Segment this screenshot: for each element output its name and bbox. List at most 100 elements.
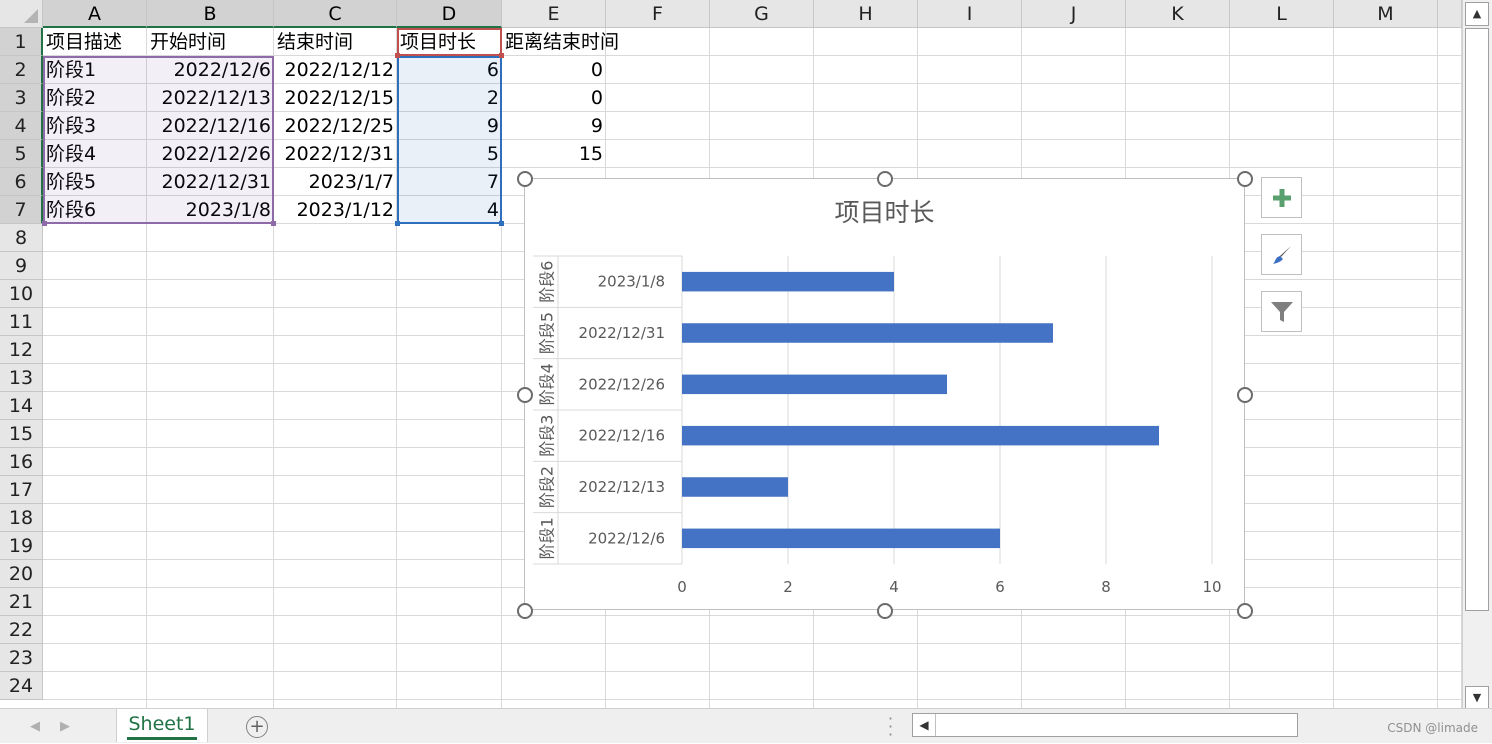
row-header-10[interactable]: 10 xyxy=(0,280,43,308)
resize-handle-left[interactable] xyxy=(517,387,533,403)
range-handle[interactable] xyxy=(395,53,400,58)
column-header-i[interactable]: I xyxy=(918,0,1022,28)
table-cell[interactable]: 2022/12/13 xyxy=(147,84,274,112)
row-header-12[interactable]: 12 xyxy=(0,336,43,364)
resize-handle-bottom-right[interactable] xyxy=(1237,603,1253,619)
row-header-16[interactable]: 16 xyxy=(0,448,43,476)
resize-handle-top-left[interactable] xyxy=(517,171,533,187)
table-cell[interactable]: 0 xyxy=(502,56,606,84)
row-header-23[interactable]: 23 xyxy=(0,644,43,672)
column-header-k[interactable]: K xyxy=(1126,0,1230,28)
column-header-h[interactable]: H xyxy=(814,0,918,28)
row-header-19[interactable]: 19 xyxy=(0,532,43,560)
header-cell[interactable]: 项目描述 xyxy=(43,28,147,56)
add-sheet-icon[interactable]: + xyxy=(246,716,268,738)
header-cell[interactable]: 开始时间 xyxy=(147,28,274,56)
table-cell[interactable]: 9 xyxy=(397,112,502,140)
row-header-17[interactable]: 17 xyxy=(0,476,43,504)
table-cell[interactable]: 2022/12/25 xyxy=(274,112,397,140)
column-header-g[interactable]: G xyxy=(710,0,814,28)
row-header-4[interactable]: 4 xyxy=(0,112,43,140)
row-header-6[interactable]: 6 xyxy=(0,168,43,196)
row-header-14[interactable]: 14 xyxy=(0,392,43,420)
column-header-l[interactable]: L xyxy=(1230,0,1334,28)
row-header-11[interactable]: 11 xyxy=(0,308,43,336)
horizontal-scrollbar[interactable]: ◀ xyxy=(912,713,1298,737)
column-header-m[interactable]: M xyxy=(1334,0,1438,28)
range-handle[interactable] xyxy=(395,221,400,226)
column-header-d[interactable]: D xyxy=(397,0,502,28)
table-cell[interactable]: 2022/12/16 xyxy=(147,112,274,140)
table-cell[interactable]: 5 xyxy=(397,140,502,168)
table-cell[interactable]: 0 xyxy=(502,84,606,112)
row-header-20[interactable]: 20 xyxy=(0,560,43,588)
table-cell[interactable]: 2022/12/26 xyxy=(147,140,274,168)
next-sheet-icon[interactable]: ▶ xyxy=(60,719,70,734)
table-cell[interactable]: 2023/1/12 xyxy=(274,196,397,224)
row-header-18[interactable]: 18 xyxy=(0,504,43,532)
resize-handle-top-right[interactable] xyxy=(1237,171,1253,187)
range-handle[interactable] xyxy=(499,53,504,58)
scroll-left-icon[interactable]: ◀ xyxy=(913,714,936,736)
table-cell[interactable]: 2022/12/15 xyxy=(274,84,397,112)
header-cell[interactable]: 距离结束时间 xyxy=(502,28,619,56)
column-header-e[interactable]: E xyxy=(502,0,606,28)
vertical-scroll-thumb[interactable] xyxy=(1465,28,1489,611)
resize-handle-top[interactable] xyxy=(877,171,893,187)
tab-split-handle-icon[interactable]: · · · xyxy=(888,711,893,743)
table-cell[interactable]: 6 xyxy=(397,56,502,84)
header-cell[interactable]: 项目时长 xyxy=(397,28,502,56)
vertical-scrollbar[interactable]: ▲ ▼ xyxy=(1462,0,1492,710)
column-header-a[interactable]: A xyxy=(43,0,147,28)
sheet-tab-sheet1[interactable]: Sheet1 xyxy=(116,709,208,742)
chart-elements-button[interactable] xyxy=(1261,177,1302,218)
table-cell[interactable]: 阶段4 xyxy=(43,140,147,168)
row-header-22[interactable]: 22 xyxy=(0,616,43,644)
row-header-15[interactable]: 15 xyxy=(0,420,43,448)
column-header-f[interactable]: F xyxy=(606,0,710,28)
table-cell[interactable]: 阶段6 xyxy=(43,196,147,224)
table-cell[interactable]: 9 xyxy=(502,112,606,140)
table-cell[interactable]: 2022/12/31 xyxy=(147,168,274,196)
resize-handle-right[interactable] xyxy=(1237,387,1253,403)
table-cell[interactable]: 阶段2 xyxy=(43,84,147,112)
table-cell[interactable]: 阶段3 xyxy=(43,112,147,140)
table-cell[interactable]: 阶段5 xyxy=(43,168,147,196)
range-handle[interactable] xyxy=(271,221,276,226)
row-header-7[interactable]: 7 xyxy=(0,196,43,224)
table-cell[interactable]: 2022/12/31 xyxy=(274,140,397,168)
resize-handle-bottom[interactable] xyxy=(877,603,893,619)
table-cell[interactable]: 2 xyxy=(397,84,502,112)
chart-filters-button[interactable] xyxy=(1261,291,1302,332)
column-header-b[interactable]: B xyxy=(147,0,274,28)
table-cell[interactable]: 15 xyxy=(502,140,606,168)
row-header-8[interactable]: 8 xyxy=(0,224,43,252)
table-cell[interactable]: 2023/1/8 xyxy=(147,196,274,224)
table-cell[interactable]: 2022/12/12 xyxy=(274,56,397,84)
row-header-1[interactable]: 1 xyxy=(0,28,43,56)
row-header-13[interactable]: 13 xyxy=(0,364,43,392)
range-handle[interactable] xyxy=(42,221,47,226)
table-cell[interactable]: 7 xyxy=(397,168,502,196)
resize-handle-bottom-left[interactable] xyxy=(517,603,533,619)
table-cell[interactable]: 4 xyxy=(397,196,502,224)
header-cell[interactable]: 结束时间 xyxy=(274,28,397,56)
row-header-3[interactable]: 3 xyxy=(0,84,43,112)
column-header-partial[interactable] xyxy=(1438,0,1462,28)
row-header-2[interactable]: 2 xyxy=(0,56,43,84)
table-cell[interactable]: 2023/1/7 xyxy=(274,168,397,196)
row-header-24[interactable]: 24 xyxy=(0,672,43,700)
row-header-9[interactable]: 9 xyxy=(0,252,43,280)
scroll-down-button[interactable]: ▼ xyxy=(1465,686,1489,710)
bar-chart[interactable]: 项目时长 0 2 4 6 8 10 2022/12/6 阶段1 2022/12/13 阶段2 202… xyxy=(524,178,1245,610)
scroll-up-button[interactable]: ▲ xyxy=(1465,2,1489,26)
table-cell[interactable]: 阶段1 xyxy=(43,56,147,84)
prev-sheet-icon[interactable]: ◀ xyxy=(30,719,40,734)
column-header-j[interactable]: J xyxy=(1022,0,1126,28)
row-header-5[interactable]: 5 xyxy=(0,140,43,168)
range-handle[interactable] xyxy=(499,221,504,226)
chart-styles-button[interactable] xyxy=(1261,234,1302,275)
select-all-corner[interactable] xyxy=(0,0,43,28)
table-cell[interactable]: 2022/12/6 xyxy=(147,56,274,84)
row-header-21[interactable]: 21 xyxy=(0,588,43,616)
